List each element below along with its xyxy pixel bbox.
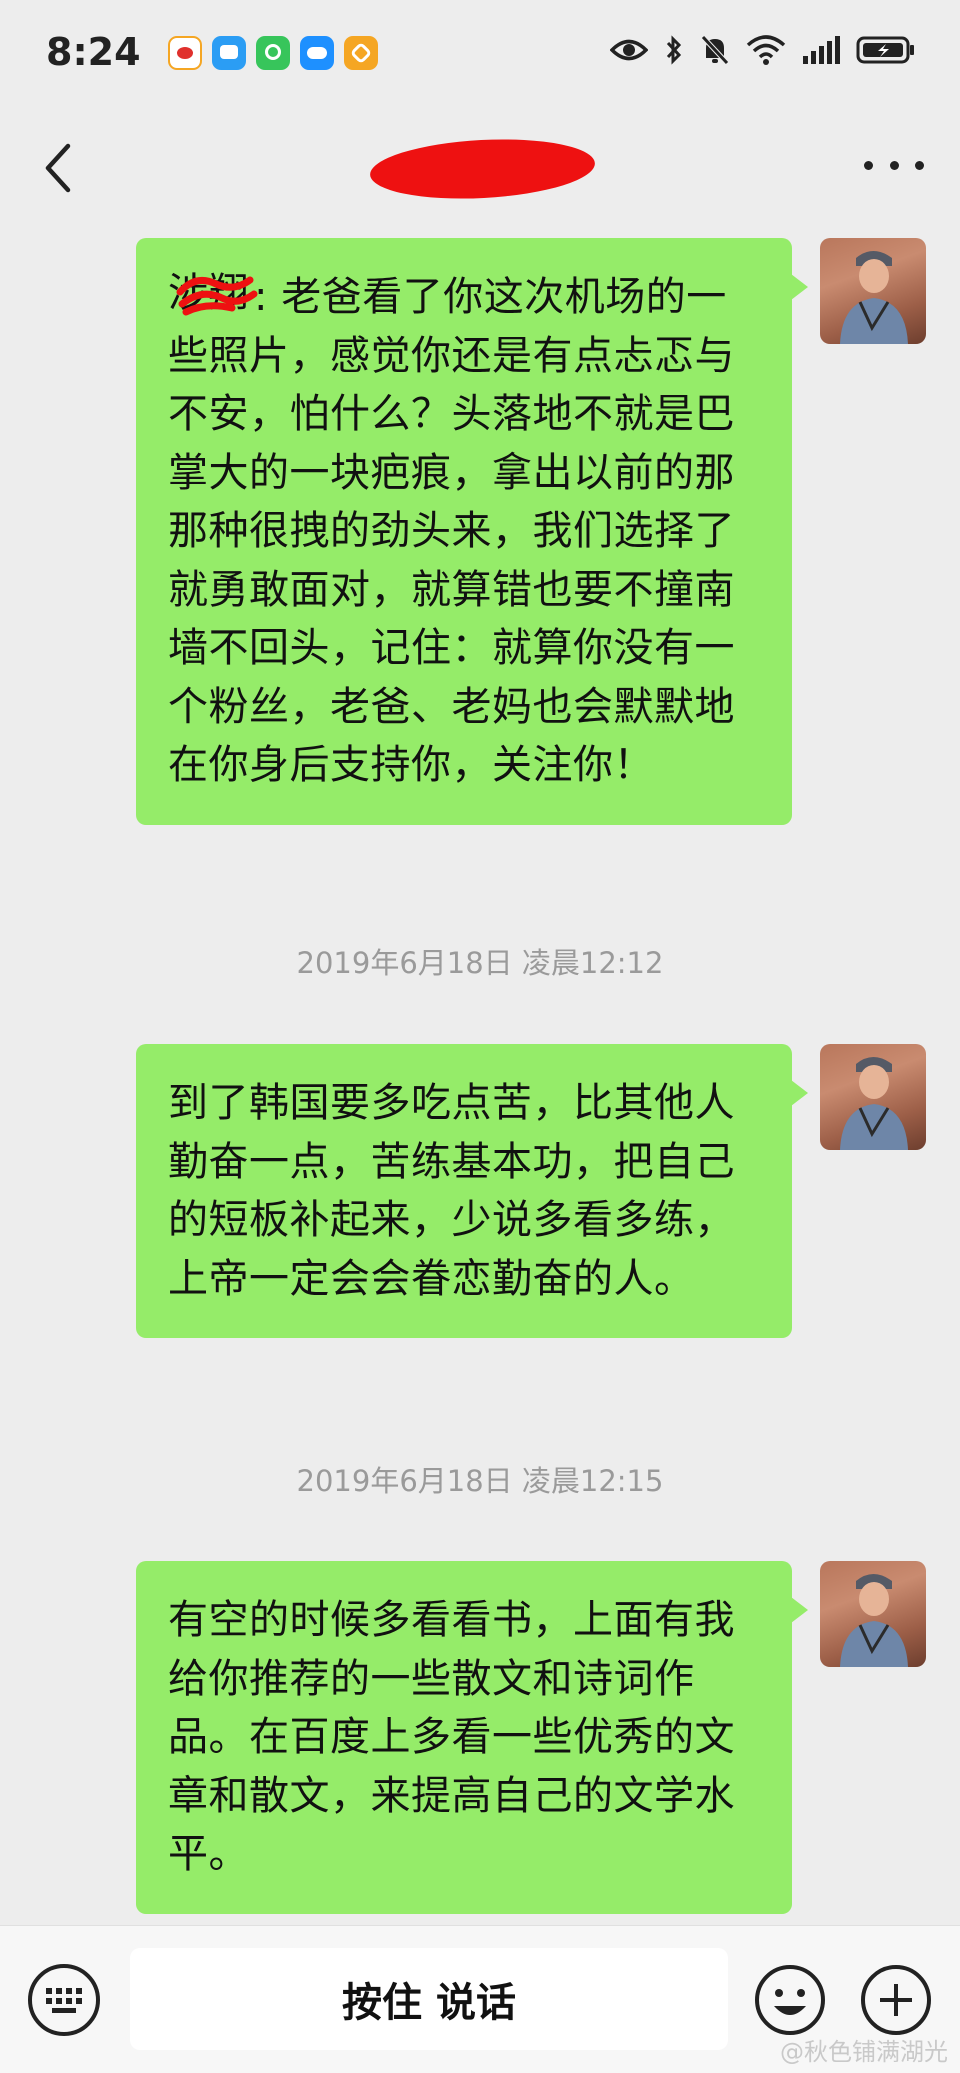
keyboard-icon [46,1988,82,2013]
notification-icons [168,36,378,70]
system-icons [610,34,916,66]
link-app-icon [344,36,378,70]
dot-icon [864,160,873,170]
timestamp: 2019年6月18日 凌晨12:12 [296,946,664,980]
timestamp: 2019年6月18日 凌晨12:15 [296,1464,664,1498]
avatar[interactable] [820,238,926,344]
cloud-app-icon [300,36,334,70]
bluetooth-icon [666,35,682,65]
more-functions-button[interactable] [858,1962,934,2038]
weibo-icon [168,36,202,70]
dot-icon [889,160,899,170]
message-text: : 老爸看了你这次机场的一些照片，感觉你还是有点忐忑与不安，怕什么？头落地不就是… [168,274,735,788]
redacted-name: 涉翔 [168,270,258,316]
more-options-button[interactable] [864,150,924,180]
chat-header: 爸 [0,110,960,220]
chat-title-area: 爸 [368,130,600,204]
eye-icon [610,39,648,61]
person-photo [840,251,908,344]
watermark: @秋色铺满湖光 [780,2038,948,2066]
message-bubble[interactable]: 到了韩国要多吃点苦，比其他人勤奋一点，苦练基本功，把自己的短板补起来，少说多看多… [136,1044,808,1338]
battery-charging-icon [856,36,914,64]
person-photo [840,1057,908,1150]
emoji-icon [755,1965,825,2035]
status-bar: 8:24 [0,0,960,110]
message-text: 有空的时候多看看书，上面有我给你推荐的一些散文和诗词作品。在百度上多看一些优秀的… [168,1597,735,1877]
hold-to-talk-button[interactable]: 按住 说话 [130,1948,728,2050]
emoji-button[interactable] [752,1962,828,2038]
wifi-app-icon [256,36,290,70]
message-bubble[interactable]: 有空的时候多看看书，上面有我给你推荐的一些散文和诗词作品。在百度上多看一些优秀的… [136,1561,808,1914]
message-bubble[interactable]: 涉翔 : 老爸看了你这次机场的一些照片，感觉你还是有点忐忑与不安，怕什么？头落地… [136,238,808,825]
message-text: 到了韩国要多吃点苦，比其他人勤奋一点，苦练基本功，把自己的短板补起来，少说多看多… [168,1080,735,1302]
status-clock: 8:24 [46,30,141,74]
dot-icon [915,160,924,170]
redaction-scribble [176,276,258,316]
mute-icon [700,34,730,66]
signal-icon [803,36,840,64]
chat-input-bar: 按住 说话 @秋色铺满湖光 [0,1925,960,2073]
redaction-mark [368,134,597,204]
avatar[interactable] [820,1561,926,1667]
keyboard-toggle-button[interactable] [28,1964,100,2036]
person-photo [840,1574,908,1667]
plus-icon [861,1965,931,2035]
chevron-left-icon [45,143,71,193]
wifi-icon [746,35,786,65]
message-app-icon [212,36,246,70]
back-button[interactable] [36,138,86,198]
avatar[interactable] [820,1044,926,1150]
